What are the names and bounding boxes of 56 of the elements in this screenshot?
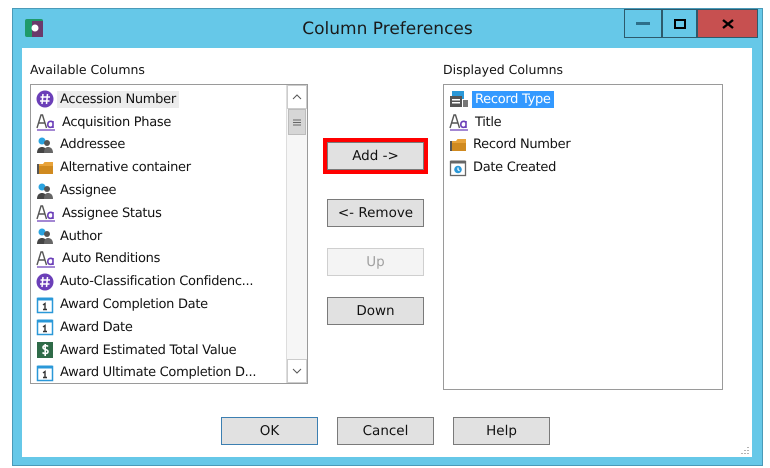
calendar-icon — [36, 318, 54, 336]
calendar-icon — [36, 296, 54, 314]
record-type-icon — [449, 90, 469, 108]
list-action-button[interactable]: <- Remove — [327, 199, 424, 227]
people-icon — [36, 182, 54, 200]
text-style-icon — [36, 250, 56, 268]
text-style-icon — [449, 113, 469, 132]
list-action-button[interactable]: Add -> — [327, 142, 424, 170]
list-item[interactable]: Record Number — [470, 136, 574, 154]
calendar-icon — [36, 364, 54, 382]
list-item[interactable]: Title — [472, 114, 504, 131]
list-action-button[interactable]: Down — [327, 297, 424, 325]
hash-icon — [36, 90, 54, 108]
people-icon — [36, 227, 54, 246]
folder-icon — [36, 160, 54, 176]
maximize-icon — [674, 18, 686, 28]
scrollbar[interactable] — [286, 85, 307, 383]
text-style-icon — [36, 204, 56, 222]
dollar-icon — [36, 341, 54, 360]
dialog-button[interactable]: OK — [221, 417, 318, 445]
list-item[interactable]: Author — [57, 228, 105, 245]
minimize-button[interactable] — [624, 9, 662, 38]
list-item[interactable]: Assignee — [57, 182, 120, 200]
list-item[interactable]: Assignee Status — [59, 204, 165, 222]
list-item[interactable]: Addressee — [57, 136, 128, 154]
list-item[interactable]: Auto-Classification Confidenc... — [57, 273, 256, 290]
list-item[interactable]: Acquisition Phase — [59, 114, 174, 131]
list-item[interactable]: Award Completion Date — [57, 296, 211, 314]
list-item[interactable]: Award Ultimate Completion D... — [57, 364, 260, 382]
list-label: Displayed Columns — [443, 62, 564, 78]
scroll-up-icon[interactable] — [292, 94, 302, 100]
list-item[interactable]: Award Date — [57, 318, 136, 336]
hash-icon — [36, 272, 54, 291]
column-list[interactable]: Record Type Title Record Number Date Created — [443, 84, 723, 390]
app-icon — [25, 19, 43, 37]
text-style-icon — [36, 113, 56, 132]
minimize-icon — [636, 22, 650, 26]
list-item[interactable]: Date Created — [470, 159, 560, 176]
dialog-button[interactable]: Cancel — [337, 417, 434, 445]
list-item[interactable]: Alternative container — [57, 159, 194, 176]
list-item[interactable]: Award Estimated Total Value — [57, 342, 240, 359]
people-icon — [36, 136, 54, 154]
grip-icon[interactable] — [293, 118, 301, 126]
folder-icon — [449, 136, 467, 153]
scroll-down-icon[interactable] — [292, 368, 302, 374]
dialog-button[interactable]: Help — [453, 417, 550, 445]
window-title: Column Preferences — [302, 19, 473, 39]
resize-grip-icon[interactable] — [740, 445, 750, 455]
maximize-button[interactable] — [662, 9, 697, 38]
close-button[interactable] — [697, 9, 758, 38]
list-item[interactable]: Accession Number — [57, 90, 179, 108]
column-list[interactable] — [30, 84, 308, 384]
alarm-calendar-icon — [449, 158, 467, 177]
list-item[interactable]: Auto Renditions — [59, 250, 164, 268]
close-icon — [722, 18, 734, 28]
list-label: Available Columns — [30, 62, 146, 78]
